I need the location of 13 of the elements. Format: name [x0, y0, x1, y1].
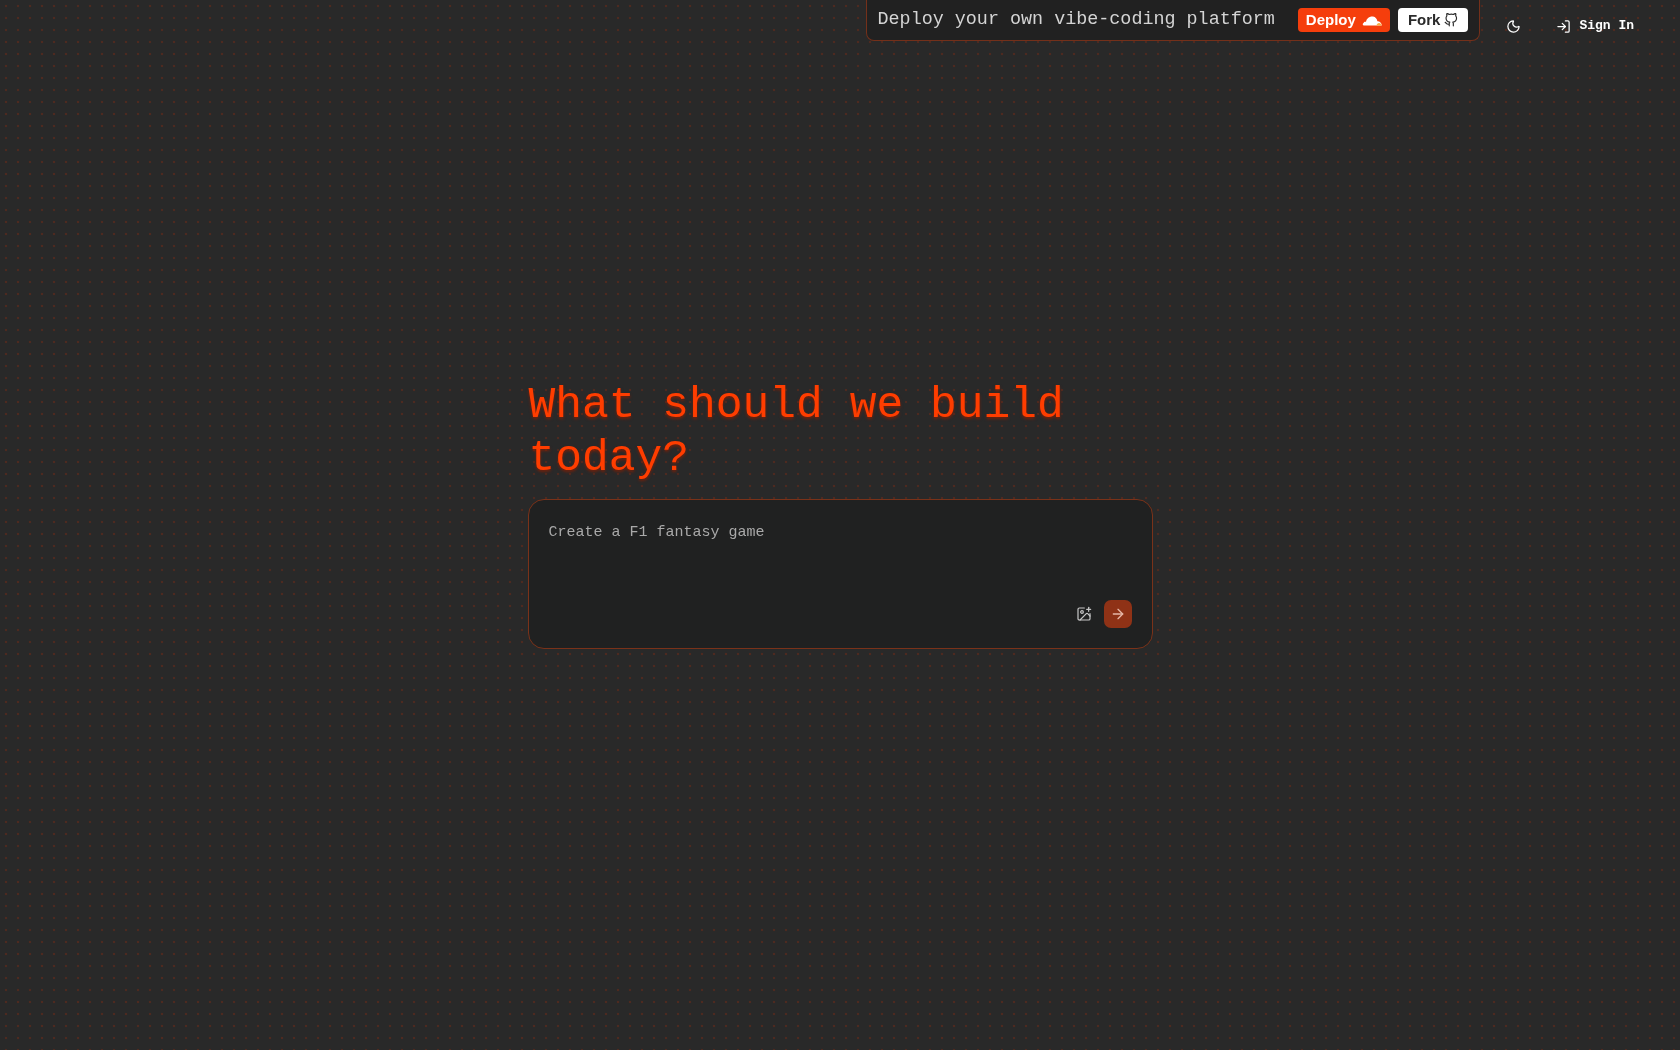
banner-text: Deploy your own vibe-coding platform — [877, 8, 1275, 33]
cloud-icon — [1361, 14, 1382, 26]
sign-in-button[interactable]: Sign In — [1556, 14, 1634, 38]
deploy-button[interactable]: Deploy — [1297, 8, 1390, 32]
prompt-input[interactable]: Create a F1 fantasy game — [548, 522, 1132, 600]
page-heading: What should we build today? — [527, 379, 1065, 485]
send-button[interactable] — [1103, 600, 1132, 628]
github-icon — [1444, 13, 1459, 27]
prompt-field[interactable]: Create a F1 fantasy game — [527, 499, 1153, 649]
sign-in-icon — [1556, 18, 1572, 34]
moon-icon — [1505, 18, 1521, 34]
image-plus-icon — [1075, 606, 1092, 622]
fork-button[interactable]: Fork — [1397, 8, 1469, 32]
